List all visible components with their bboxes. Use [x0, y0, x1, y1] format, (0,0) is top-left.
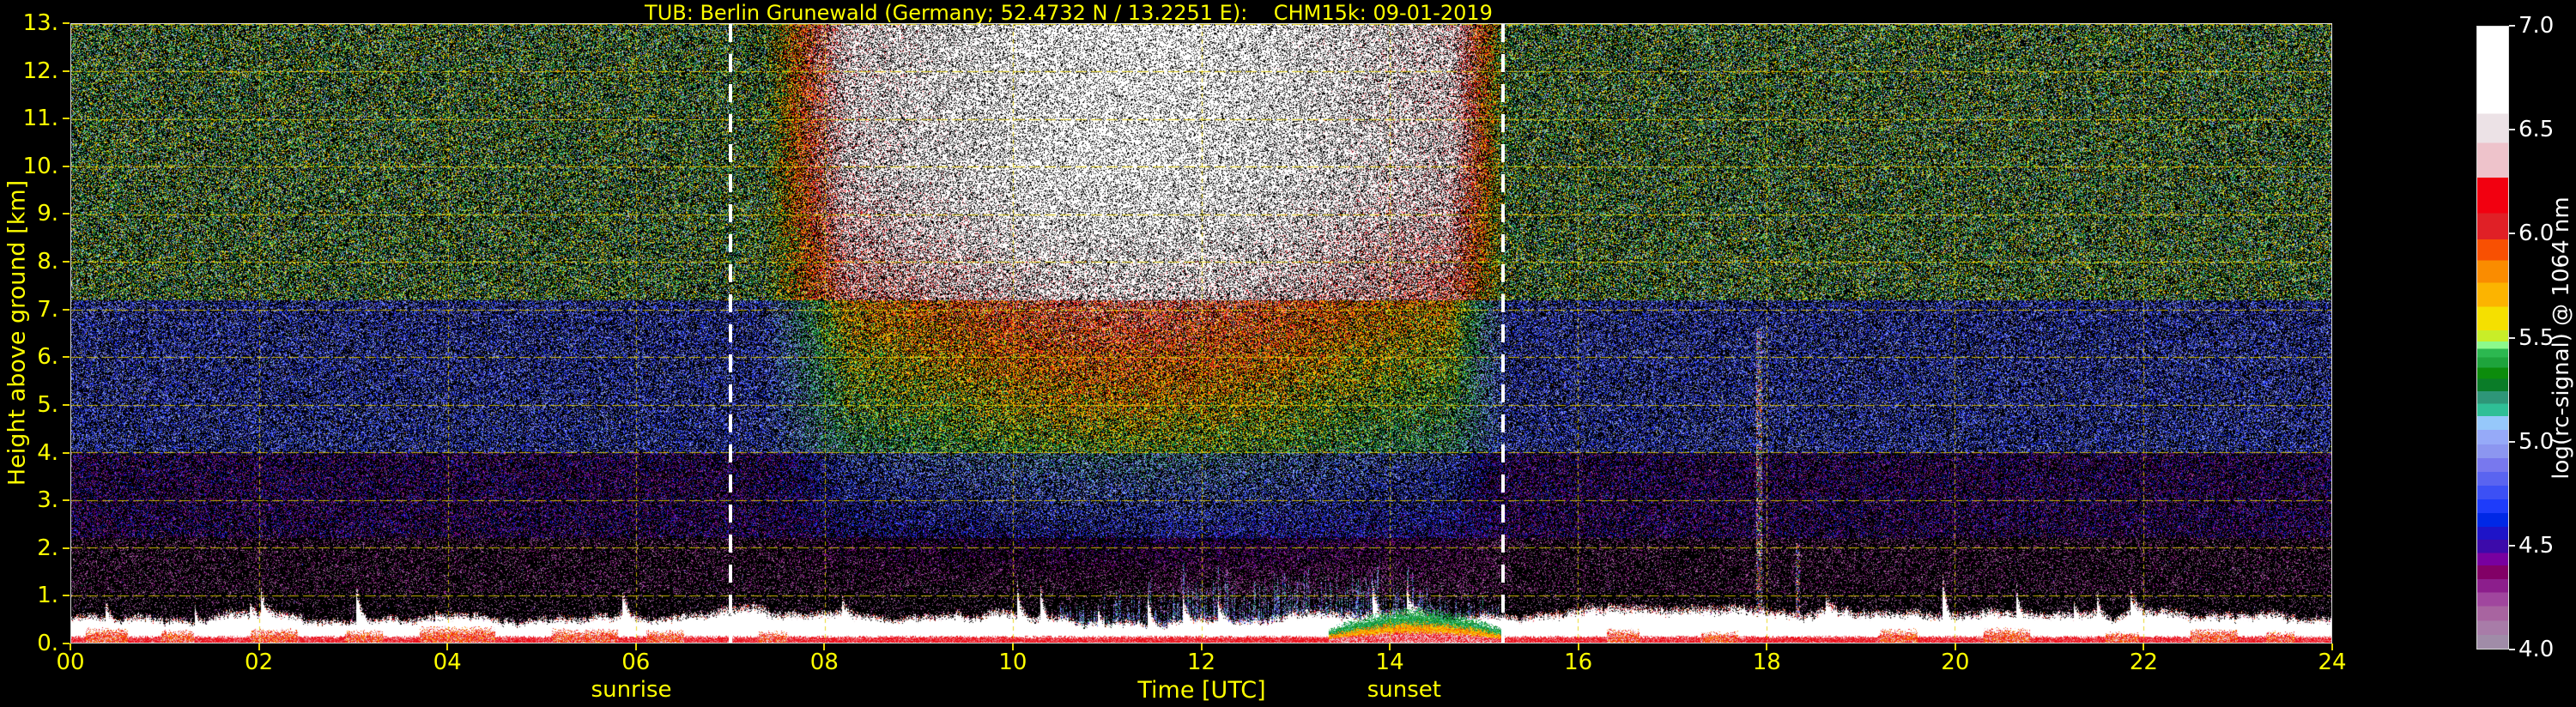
y-tick-label: 4. [37, 439, 58, 466]
y-tick-label: 9. [37, 201, 58, 227]
y-tick-label: 12. [22, 57, 58, 84]
x-tick-label: 04 [433, 650, 462, 675]
y-tick-label: 13. [22, 10, 58, 36]
sunset-line [1500, 24, 1505, 643]
y-tick-label: 7. [37, 296, 58, 323]
y-tick [63, 499, 70, 502]
y-tick-label: 11. [22, 106, 58, 132]
y-tick [63, 165, 70, 167]
y-tick [63, 595, 70, 597]
y-tick [63, 451, 70, 454]
y-tick-label: 1. [37, 583, 58, 609]
x-tick-label: 16 [1564, 650, 1593, 675]
x-tick-label: 14 [1375, 650, 1404, 675]
x-tick-label: 06 [621, 650, 651, 675]
x-tick-label: 22 [2129, 650, 2158, 675]
colorbar-tick-label: 6.5 [2518, 117, 2555, 143]
y-tick-label: 3. [37, 487, 58, 514]
colorbar-tick [2509, 129, 2515, 131]
y-tick [63, 118, 70, 120]
y-tick-label: 6. [37, 344, 58, 371]
x-tick-label: 08 [809, 650, 839, 675]
y-tick [63, 213, 70, 215]
sunrise-line [728, 24, 732, 643]
x-tick-label: 02 [245, 650, 274, 675]
colorbar-label: log(rc-signal) @ 1064 nm [2549, 196, 2574, 480]
figure: TUB: Berlin Grunewald (Germany; 52.4732 … [0, 0, 2576, 707]
plot-area [70, 23, 2332, 644]
y-tick-label: 2. [37, 535, 58, 561]
colorbar-tick-label: 7.0 [2518, 13, 2555, 39]
y-tick [63, 547, 70, 549]
y-tick [63, 308, 70, 311]
x-tick-label: 20 [1941, 650, 1970, 675]
y-tick-label: 10. [22, 153, 58, 179]
y-tick [63, 22, 70, 24]
x-axis-title: Time [UTC] [1137, 677, 1266, 704]
y-tick [63, 261, 70, 263]
y-tick [63, 403, 70, 406]
x-tick-label: 12 [1186, 650, 1216, 675]
y-tick [63, 643, 70, 644]
colorbar-tick [2509, 544, 2515, 547]
colorbar-tick [2509, 233, 2515, 235]
colorbar-tick-label: 4.0 [2518, 637, 2555, 662]
y-tick-label: 5. [37, 391, 58, 418]
x-tick-label: 10 [998, 650, 1027, 675]
y-tick-label: 0. [37, 631, 58, 656]
colorbar-tick [2509, 25, 2515, 27]
x-tick-label: 18 [1752, 650, 1781, 675]
x-tick-label: 00 [56, 650, 85, 675]
chart-title: TUB: Berlin Grunewald (Germany; 52.4732 … [645, 1, 1493, 25]
y-tick-label: 8. [37, 249, 58, 275]
heatmap-canvas [71, 24, 2331, 643]
sunset-label: sunset [1367, 677, 1441, 703]
colorbar-tick [2509, 440, 2515, 443]
y-tick [63, 356, 70, 359]
colorbar-tick-label: 4.5 [2518, 532, 2555, 559]
x-tick-label: 24 [2318, 650, 2347, 675]
colorbar [2476, 26, 2509, 650]
y-tick [63, 69, 70, 72]
colorbar-tick [2509, 649, 2515, 650]
sunrise-label: sunrise [591, 677, 672, 703]
colorbar-tick [2509, 336, 2515, 339]
